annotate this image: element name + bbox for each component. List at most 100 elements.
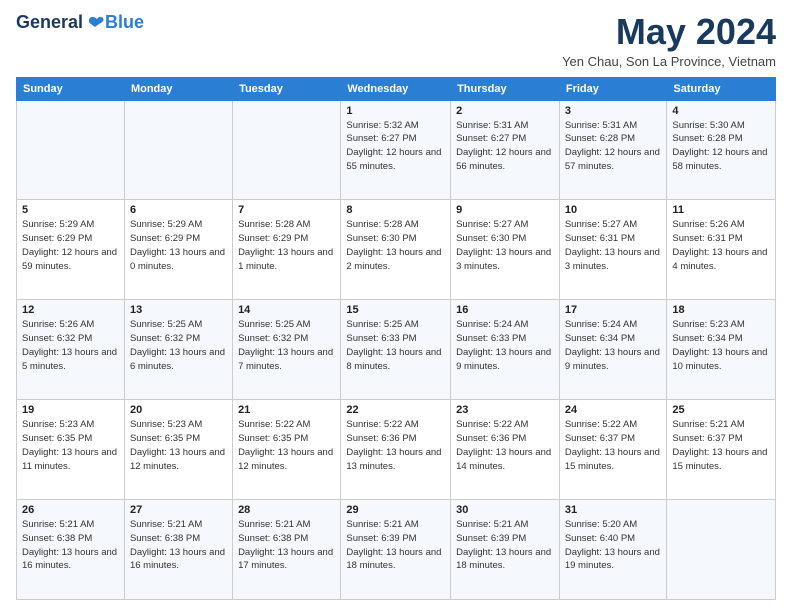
day-number: 3 — [565, 105, 662, 117]
day-info: Sunrise: 5:25 AM Sunset: 6:33 PM Dayligh… — [346, 318, 445, 373]
day-info: Sunrise: 5:21 AM Sunset: 6:39 PM Dayligh… — [456, 518, 554, 573]
logo: General Blue — [16, 12, 144, 33]
calendar-week-1: 5 Sunrise: 5:29 AM Sunset: 6:29 PM Daylig… — [17, 200, 776, 300]
table-row: 5Sunrise: 5:29 AM Sunset: 6:29 PM Daylig… — [17, 200, 125, 300]
day-info: Sunrise: 5:21 AM Sunset: 6:38 PM Dayligh… — [22, 518, 119, 573]
logo-bird-icon — [85, 15, 105, 31]
col-saturday: Saturday — [667, 77, 776, 100]
day-number: 2 — [456, 105, 554, 117]
header: General Blue May 2024 Yen Chau, Son La P… — [16, 12, 776, 69]
day-info: Sunrise: 5:21 AM Sunset: 6:38 PM Dayligh… — [238, 518, 335, 573]
table-row: 19 Sunrise: 5:23 AM Sunset: 6:35 PM Dayli… — [17, 400, 125, 500]
table-row: 13 Sunrise: 5:25 AM Sunset: 6:32 PM Dayli… — [124, 300, 232, 400]
day-info: Sunrise: 5:21 AM Sunset: 6:37 PM Dayligh… — [672, 418, 770, 473]
day-number: 10 — [565, 204, 662, 216]
day-info: Sunrise: 5:25 AM Sunset: 6:32 PM Dayligh… — [238, 318, 335, 373]
table-row: 17 Sunrise: 5:24 AM Sunset: 6:34 PM Dayli… — [559, 300, 667, 400]
calendar-week-4: 26 Sunrise: 5:21 AM Sunset: 6:38 PM Dayli… — [17, 500, 776, 600]
day-info: Sunrise: 5:31 AM Sunset: 6:27 PM Dayligh… — [456, 119, 554, 174]
day-number: 31 — [565, 504, 662, 516]
table-row: 22Sunrise: 5:22 AM Sunset: 6:36 PM Dayli… — [341, 400, 451, 500]
day-number: 6 — [130, 204, 227, 216]
day-number: 4 — [672, 105, 770, 117]
day-number: 16 — [456, 304, 554, 316]
day-info: Sunrise: 5:22 AM Sunset: 6:37 PM Dayligh… — [565, 418, 662, 473]
day-info: Sunrise: 5:24 AM Sunset: 6:34 PM Dayligh… — [565, 318, 662, 373]
day-number: 26 — [22, 504, 119, 516]
day-info: Sunrise: 5:23 AM Sunset: 6:35 PM Dayligh… — [130, 418, 227, 473]
day-info: Sunrise: 5:25 AM Sunset: 6:32 PM Dayligh… — [130, 318, 227, 373]
day-number: 11 — [672, 204, 770, 216]
table-row: 27 Sunrise: 5:21 AM Sunset: 6:38 PM Dayli… — [124, 500, 232, 600]
calendar-week-3: 19 Sunrise: 5:23 AM Sunset: 6:35 PM Dayli… — [17, 400, 776, 500]
calendar-week-2: 12 Sunrise: 5:26 AM Sunset: 6:32 PM Dayli… — [17, 300, 776, 400]
logo-general: General — [16, 12, 83, 33]
table-row — [667, 500, 776, 600]
table-row: 8 Sunrise: 5:28 AM Sunset: 6:30 PM Daylig… — [341, 200, 451, 300]
table-row: 12 Sunrise: 5:26 AM Sunset: 6:32 PM Dayli… — [17, 300, 125, 400]
header-row: Sunday Monday Tuesday Wednesday Thursday… — [17, 77, 776, 100]
day-info: Sunrise: 5:24 AM Sunset: 6:33 PM Dayligh… — [456, 318, 554, 373]
day-info: Sunrise: 5:26 AM Sunset: 6:32 PM Dayligh… — [22, 318, 119, 373]
table-row: 18Sunrise: 5:23 AM Sunset: 6:34 PM Dayli… — [667, 300, 776, 400]
calendar-page: General Blue May 2024 Yen Chau, Son La P… — [0, 0, 792, 612]
table-row: 11 Sunrise: 5:26 AM Sunset: 6:31 PM Dayli… — [667, 200, 776, 300]
table-row: 26 Sunrise: 5:21 AM Sunset: 6:38 PM Dayli… — [17, 500, 125, 600]
day-number: 30 — [456, 504, 554, 516]
day-number: 1 — [346, 105, 445, 117]
table-row: 31 Sunrise: 5:20 AM Sunset: 6:40 PM Dayli… — [559, 500, 667, 600]
day-number: 5 — [22, 204, 119, 216]
day-number: 23 — [456, 404, 554, 416]
day-number: 28 — [238, 504, 335, 516]
day-number: 20 — [130, 404, 227, 416]
col-sunday: Sunday — [17, 77, 125, 100]
day-info: Sunrise: 5:29 AM Sunset: 6:29 PM Dayligh… — [130, 218, 227, 273]
day-info: Sunrise: 5:27 AM Sunset: 6:31 PM Dayligh… — [565, 218, 662, 273]
table-row: 20 Sunrise: 5:23 AM Sunset: 6:35 PM Dayli… — [124, 400, 232, 500]
table-row: 15Sunrise: 5:25 AM Sunset: 6:33 PM Dayli… — [341, 300, 451, 400]
day-info: Sunrise: 5:21 AM Sunset: 6:38 PM Dayligh… — [130, 518, 227, 573]
day-info: Sunrise: 5:28 AM Sunset: 6:29 PM Dayligh… — [238, 218, 335, 273]
day-number: 8 — [346, 204, 445, 216]
table-row — [233, 100, 341, 200]
day-number: 21 — [238, 404, 335, 416]
day-info: Sunrise: 5:21 AM Sunset: 6:39 PM Dayligh… — [346, 518, 445, 573]
day-number: 17 — [565, 304, 662, 316]
table-row: 3 Sunrise: 5:31 AM Sunset: 6:28 PM Daylig… — [559, 100, 667, 200]
month-year-title: May 2024 — [562, 12, 776, 52]
col-tuesday: Tuesday — [233, 77, 341, 100]
day-info: Sunrise: 5:31 AM Sunset: 6:28 PM Dayligh… — [565, 119, 662, 174]
calendar-week-0: 1 Sunrise: 5:32 AM Sunset: 6:27 PM Daylig… — [17, 100, 776, 200]
table-row: 24Sunrise: 5:22 AM Sunset: 6:37 PM Dayli… — [559, 400, 667, 500]
day-number: 18 — [672, 304, 770, 316]
day-number: 13 — [130, 304, 227, 316]
col-monday: Monday — [124, 77, 232, 100]
logo-text: General Blue — [16, 12, 144, 33]
table-row: 6 Sunrise: 5:29 AM Sunset: 6:29 PM Daylig… — [124, 200, 232, 300]
table-row: 16 Sunrise: 5:24 AM Sunset: 6:33 PM Dayli… — [451, 300, 560, 400]
table-row: 30 Sunrise: 5:21 AM Sunset: 6:39 PM Dayli… — [451, 500, 560, 600]
day-number: 27 — [130, 504, 227, 516]
table-row — [124, 100, 232, 200]
day-number: 12 — [22, 304, 119, 316]
table-row: 21Sunrise: 5:22 AM Sunset: 6:35 PM Dayli… — [233, 400, 341, 500]
table-row: 23 Sunrise: 5:22 AM Sunset: 6:36 PM Dayli… — [451, 400, 560, 500]
day-info: Sunrise: 5:30 AM Sunset: 6:28 PM Dayligh… — [672, 119, 770, 174]
col-wednesday: Wednesday — [341, 77, 451, 100]
day-info: Sunrise: 5:22 AM Sunset: 6:36 PM Dayligh… — [456, 418, 554, 473]
table-row: 2 Sunrise: 5:31 AM Sunset: 6:27 PM Daylig… — [451, 100, 560, 200]
table-row: 14Sunrise: 5:25 AM Sunset: 6:32 PM Dayli… — [233, 300, 341, 400]
table-row: 9Sunrise: 5:27 AM Sunset: 6:30 PM Daylig… — [451, 200, 560, 300]
day-info: Sunrise: 5:26 AM Sunset: 6:31 PM Dayligh… — [672, 218, 770, 273]
table-row: 10 Sunrise: 5:27 AM Sunset: 6:31 PM Dayli… — [559, 200, 667, 300]
day-info: Sunrise: 5:32 AM Sunset: 6:27 PM Dayligh… — [346, 119, 445, 174]
table-row: 4 Sunrise: 5:30 AM Sunset: 6:28 PM Daylig… — [667, 100, 776, 200]
day-number: 9 — [456, 204, 554, 216]
day-info: Sunrise: 5:28 AM Sunset: 6:30 PM Dayligh… — [346, 218, 445, 273]
col-thursday: Thursday — [451, 77, 560, 100]
day-number: 19 — [22, 404, 119, 416]
day-info: Sunrise: 5:23 AM Sunset: 6:35 PM Dayligh… — [22, 418, 119, 473]
table-row: 29Sunrise: 5:21 AM Sunset: 6:39 PM Dayli… — [341, 500, 451, 600]
table-row: 7Sunrise: 5:28 AM Sunset: 6:29 PM Daylig… — [233, 200, 341, 300]
day-info: Sunrise: 5:20 AM Sunset: 6:40 PM Dayligh… — [565, 518, 662, 573]
